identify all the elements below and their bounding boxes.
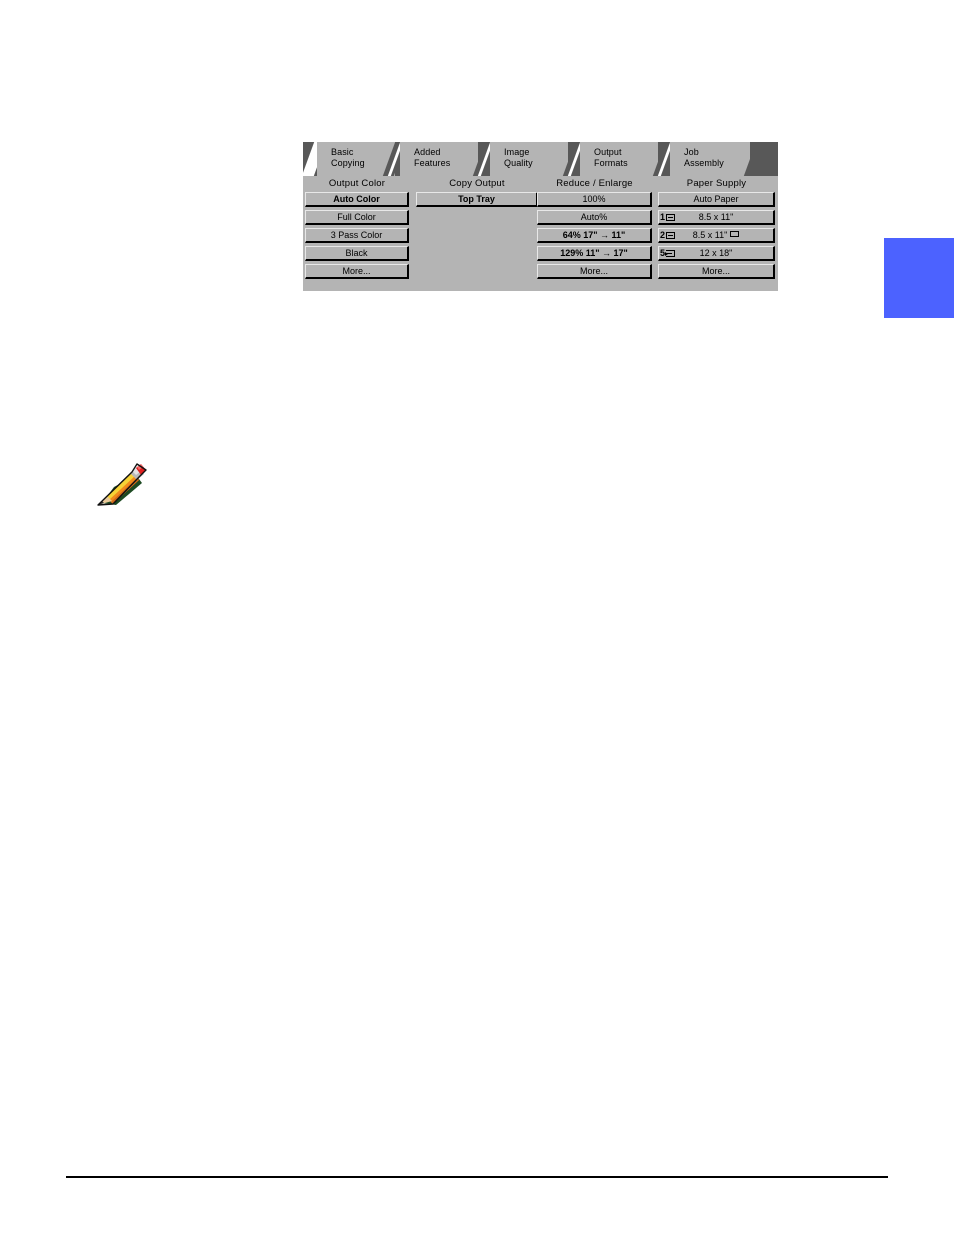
button-tray-2[interactable]: 2 8.5 x 11" <box>658 228 775 243</box>
button-auto-color[interactable]: Auto Color <box>305 192 409 207</box>
button-tray-5[interactable]: 5 12 x 18" <box>658 246 775 261</box>
button-black[interactable]: Black <box>305 246 409 261</box>
button-reduce-enlarge-more-label: More... <box>579 266 608 276</box>
column-heading-paper-supply: Paper Supply <box>686 178 747 189</box>
column-paper-supply: Paper Supply Auto Paper 1 8.5 x 11" 2 8.… <box>658 176 775 282</box>
tab-job-assembly-line1: Job <box>684 147 699 157</box>
tab-bar-leading-edge <box>303 142 317 176</box>
button-full-color[interactable]: Full Color <box>305 210 409 225</box>
button-full-color-label: Full Color <box>337 212 376 222</box>
tab-image-quality[interactable]: Image Quality <box>490 142 568 176</box>
bypass-paper-tray-icon <box>665 249 676 257</box>
pencil-icon <box>97 463 147 506</box>
button-reduce-enlarge-more[interactable]: More... <box>537 264 652 279</box>
button-3-pass-color[interactable]: 3 Pass Color <box>305 228 409 243</box>
button-black-label: Black <box>345 248 368 258</box>
column-reduce-enlarge: Reduce / Enlarge 100% Auto% 64% 17" → 11… <box>537 176 652 282</box>
tab-basic-copying-line1: Basic <box>331 147 354 157</box>
button-zoom-100[interactable]: 100% <box>537 192 652 207</box>
tab-basic-copying-line2: Copying <box>331 158 365 168</box>
button-tray-2-size: 8.5 x 11" <box>692 230 728 240</box>
tab-basic-copying[interactable]: Basic Copying <box>317 142 395 176</box>
button-tray-5-label: 12 x 18" <box>699 248 733 258</box>
tab-output-formats-line1: Output <box>594 147 622 157</box>
button-auto-color-label: Auto Color <box>333 194 380 204</box>
column-heading-output-color: Output Color <box>328 178 386 189</box>
landscape-sheet-icon <box>730 231 740 237</box>
footer-divider <box>66 1176 888 1178</box>
tab-job-assembly-line2: Assembly <box>684 158 724 168</box>
tray-1-badge: 1 <box>660 211 676 223</box>
button-auto-paper[interactable]: Auto Paper <box>658 192 775 207</box>
button-paper-supply-more[interactable]: More... <box>658 264 775 279</box>
button-zoom-129-label: 129% 11" → 17" <box>560 248 628 258</box>
button-output-color-more-label: More... <box>342 266 371 276</box>
tab-image-quality-line1: Image <box>504 147 530 157</box>
column-copy-output: Copy Output Top Tray <box>416 176 538 210</box>
paper-tray-icon <box>666 231 676 239</box>
copier-control-panel: Basic Copying Added Features Image Quali… <box>303 142 778 291</box>
panel-body: Output Color Auto Color Full Color 3 Pas… <box>303 176 778 291</box>
button-top-tray[interactable]: Top Tray <box>416 192 538 207</box>
tab-added-features[interactable]: Added Features <box>400 142 478 176</box>
tab-added-features-line2: Features <box>414 158 451 168</box>
tray-1-number: 1 <box>660 212 666 222</box>
tray-2-number: 2 <box>660 230 666 240</box>
paper-tray-icon <box>666 213 676 221</box>
tab-output-formats[interactable]: Output Formats <box>580 142 658 176</box>
button-tray-1[interactable]: 1 8.5 x 11" <box>658 210 775 225</box>
column-heading-reduce-enlarge: Reduce / Enlarge <box>556 178 633 189</box>
column-heading-copy-output: Copy Output <box>449 178 505 189</box>
tab-bar: Basic Copying Added Features Image Quali… <box>303 142 778 176</box>
button-3-pass-color-label: 3 Pass Color <box>330 230 383 240</box>
tab-output-formats-line2: Formats <box>594 158 628 168</box>
button-zoom-100-label: 100% <box>582 194 606 204</box>
button-auto-paper-label: Auto Paper <box>693 194 739 204</box>
button-tray-1-label: 8.5 x 11" <box>698 212 734 222</box>
button-zoom-64-label: 64% 17" → 11" <box>562 230 626 240</box>
tab-bar-trailing-edge <box>754 142 778 176</box>
button-output-color-more[interactable]: More... <box>305 264 409 279</box>
button-zoom-129[interactable]: 129% 11" → 17" <box>537 246 652 261</box>
page-edge-marker <box>884 238 954 318</box>
button-top-tray-label: Top Tray <box>458 194 495 204</box>
tab-image-quality-line2: Quality <box>504 158 533 168</box>
tab-job-assembly[interactable]: Job Assembly <box>670 142 750 176</box>
tray-2-badge: 2 <box>660 229 676 241</box>
button-paper-supply-more-label: More... <box>701 266 730 276</box>
tray-5-badge: 5 <box>660 247 676 259</box>
button-tray-2-label: 8.5 x 11" <box>659 229 773 241</box>
button-zoom-auto-label: Auto% <box>580 212 608 222</box>
button-zoom-64[interactable]: 64% 17" → 11" <box>537 228 652 243</box>
button-zoom-auto[interactable]: Auto% <box>537 210 652 225</box>
column-output-color: Output Color Auto Color Full Color 3 Pas… <box>305 176 409 282</box>
tab-added-features-line1: Added <box>414 147 441 157</box>
